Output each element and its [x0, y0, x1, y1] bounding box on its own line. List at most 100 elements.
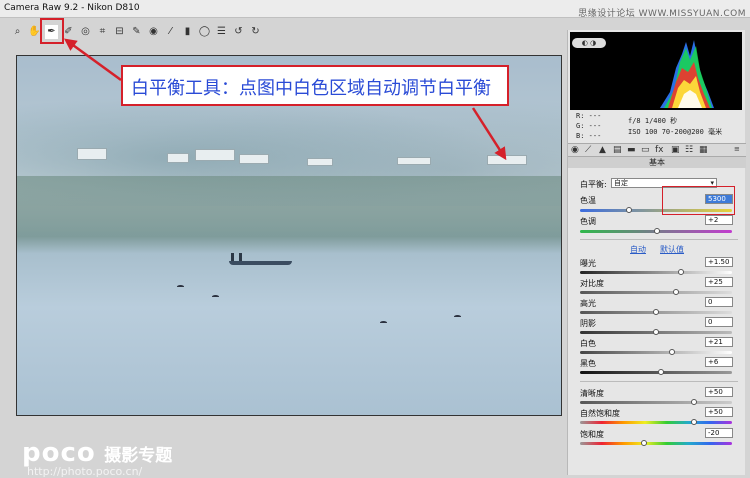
- saturation-label: 饱和度: [580, 430, 604, 439]
- tab-fx-icon[interactable]: fx: [655, 145, 664, 155]
- callout-text: 白平衡工具：点图中白色区域自动调节白平衡: [131, 78, 491, 99]
- vibrance-slider[interactable]: [580, 419, 732, 425]
- photo-bird: [177, 285, 184, 288]
- shadows-slider[interactable]: [580, 329, 732, 335]
- tool-highlight-box: [40, 18, 64, 44]
- clarity-label: 清晰度: [580, 389, 604, 398]
- window-title: Camera Raw 9.2 - Nikon D810: [4, 3, 140, 13]
- crop-tool-icon[interactable]: ⌗: [96, 25, 109, 39]
- saturation-knob[interactable]: [641, 440, 647, 446]
- rotate-right-icon[interactable]: ↻: [249, 25, 262, 39]
- clarity-field[interactable]: +50: [705, 387, 733, 397]
- logo-url: http://photo.poco.cn/: [27, 465, 143, 478]
- vibrance-field[interactable]: +50: [705, 407, 733, 417]
- tab-basic-icon[interactable]: ◉: [571, 145, 579, 155]
- photo-house: [397, 157, 431, 165]
- highlights-slider[interactable]: [580, 309, 732, 315]
- highlights-knob[interactable]: [653, 309, 659, 315]
- logo-brand: 摄影专题: [104, 446, 173, 466]
- photo-preview[interactable]: [16, 55, 562, 416]
- rotate-left-icon[interactable]: ↺: [232, 25, 245, 39]
- tab-detail-icon[interactable]: ▲: [599, 145, 606, 155]
- exposure-slider[interactable]: [580, 269, 732, 275]
- auto-link[interactable]: 自动: [630, 244, 646, 255]
- radial-filter-icon[interactable]: ◯: [198, 25, 211, 39]
- readout-b: B: ---: [576, 132, 602, 140]
- highlights-field[interactable]: 0: [705, 297, 733, 307]
- blacks-label: 黑色: [580, 359, 596, 368]
- adjustment-panel: ◐ ◑ R: --- G: --- B: --- f/8 1/400 秒 ISO…: [567, 30, 746, 475]
- photo-boat-person: [231, 253, 234, 261]
- tint-knob[interactable]: [654, 228, 660, 234]
- tab-lens-icon[interactable]: ▭: [641, 145, 650, 155]
- blacks-field[interactable]: +6: [705, 357, 733, 367]
- exposure-knob[interactable]: [678, 269, 684, 275]
- watermark-text: 思缘设计论坛 WWW.MISSYUAN.COM: [578, 9, 746, 19]
- divider: [580, 381, 738, 382]
- white-balance-value: 自定: [614, 179, 628, 187]
- straighten-tool-icon[interactable]: ⊟: [113, 25, 126, 39]
- exposure-label: 曝光: [580, 259, 596, 268]
- clarity-slider[interactable]: [580, 399, 732, 405]
- red-eye-tool-icon[interactable]: ◉: [147, 25, 160, 39]
- panel-tabs: ◉ ⟋ ▲ ▤ ▬ ▭ fx ▣ ☷ ▦ ≡: [568, 143, 746, 157]
- photo-house: [167, 153, 189, 163]
- photo-bird: [212, 295, 219, 298]
- photo-house: [239, 154, 269, 164]
- iso-lens: ISO 100 70-200@200 毫米: [628, 128, 723, 136]
- temperature-knob[interactable]: [626, 207, 632, 213]
- white-balance-label: 白平衡:: [580, 180, 607, 189]
- tab-split-toning-icon[interactable]: ▬: [627, 145, 636, 155]
- contrast-slider[interactable]: [580, 289, 732, 295]
- callout-box: 白平衡工具：点图中白色区域自动调节白平衡: [121, 65, 509, 106]
- vibrance-label: 自然饱和度: [580, 409, 620, 418]
- shadows-label: 阴影: [580, 319, 596, 328]
- blacks-slider[interactable]: [580, 369, 732, 375]
- photo-bird: [454, 315, 461, 318]
- whites-slider[interactable]: [580, 349, 732, 355]
- exposure-field[interactable]: +1.50: [705, 257, 733, 267]
- graduated-filter-icon[interactable]: ▮: [181, 25, 194, 39]
- photo-boat-person: [239, 253, 242, 261]
- whites-label: 白色: [580, 339, 596, 348]
- highlights-label: 高光: [580, 299, 596, 308]
- whites-field[interactable]: +21: [705, 337, 733, 347]
- preferences-icon[interactable]: ☰: [215, 25, 228, 39]
- blacks-knob[interactable]: [658, 369, 664, 375]
- saturation-slider[interactable]: [580, 440, 732, 446]
- tint-field[interactable]: +2: [705, 215, 733, 225]
- temperature-highlight-box: [662, 186, 735, 215]
- targeted-adjustment-icon[interactable]: ◎: [79, 25, 92, 39]
- photo-treeline: [17, 176, 561, 236]
- tab-snapshots-icon[interactable]: ▦: [699, 145, 708, 155]
- photo-house: [77, 148, 107, 160]
- readout-r: R: ---: [576, 112, 602, 120]
- saturation-field[interactable]: -20: [705, 428, 733, 438]
- readout-g: G: ---: [576, 122, 602, 130]
- shadows-knob[interactable]: [653, 329, 659, 335]
- adjustment-brush-icon[interactable]: ⁄: [164, 25, 177, 39]
- photo-house: [487, 155, 527, 165]
- contrast-knob[interactable]: [673, 289, 679, 295]
- contrast-label: 对比度: [580, 279, 604, 288]
- zoom-tool-icon[interactable]: ⌕: [11, 25, 24, 39]
- tab-tone-curve-icon[interactable]: ⟋: [585, 145, 591, 155]
- clipping-warning-toggle[interactable]: ◐ ◑: [572, 38, 606, 48]
- tint-label: 色调: [580, 217, 596, 226]
- default-link[interactable]: 默认值: [660, 244, 684, 255]
- spot-removal-tool-icon[interactable]: ✎: [130, 25, 143, 39]
- clarity-knob[interactable]: [691, 399, 697, 405]
- tab-presets-icon[interactable]: ☷: [685, 145, 693, 155]
- photo-house: [195, 149, 235, 161]
- aperture-shutter: f/8 1/400 秒: [628, 117, 678, 125]
- tab-hsl-icon[interactable]: ▤: [613, 145, 622, 155]
- section-title: 基本: [568, 157, 746, 168]
- vibrance-knob[interactable]: [691, 419, 697, 425]
- shadows-field[interactable]: 0: [705, 317, 733, 327]
- panel-menu-icon[interactable]: ≡: [734, 145, 740, 153]
- tab-camera-calibration-icon[interactable]: ▣: [671, 145, 680, 155]
- contrast-field[interactable]: +25: [705, 277, 733, 287]
- tint-slider[interactable]: [580, 228, 732, 234]
- temperature-label: 色温: [580, 196, 596, 205]
- whites-knob[interactable]: [669, 349, 675, 355]
